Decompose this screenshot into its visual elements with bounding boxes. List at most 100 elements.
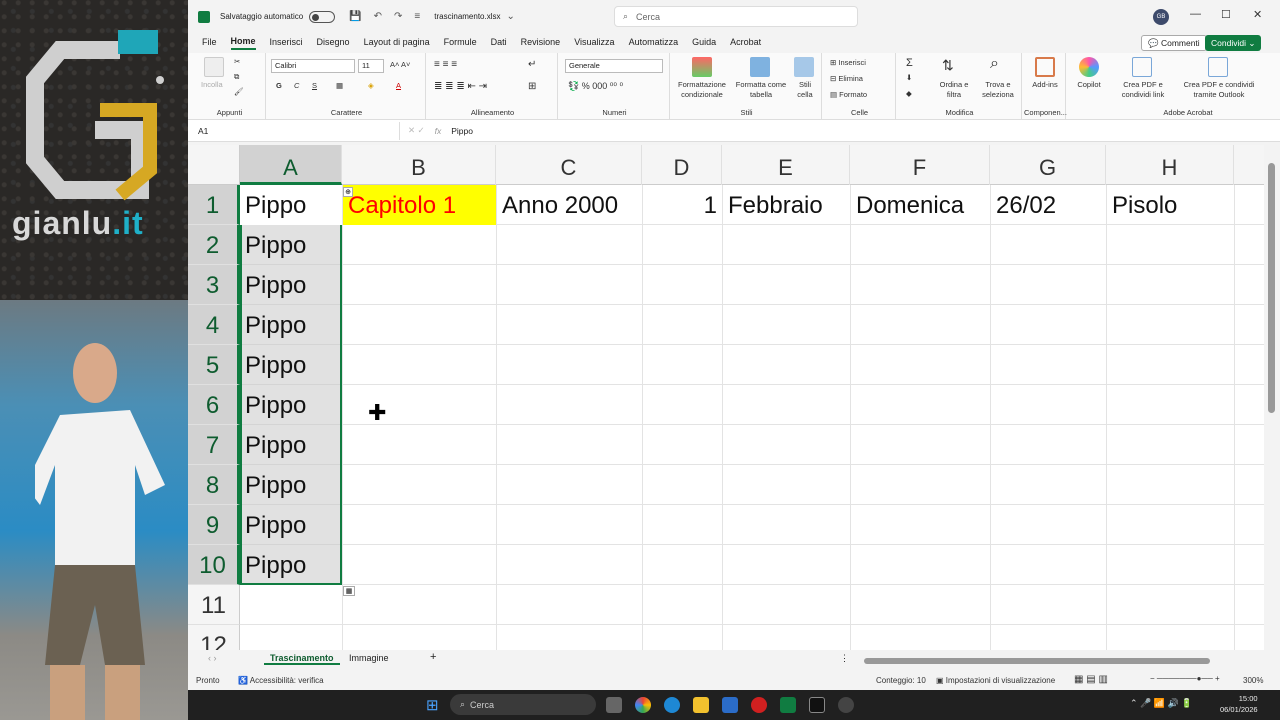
sort-filter-icon[interactable]: ⇅ <box>942 57 954 74</box>
paste-button[interactable]: Incolla <box>201 80 223 89</box>
pdf-outlook-icon[interactable] <box>1208 57 1228 77</box>
column-header-h[interactable]: H <box>1106 145 1234 185</box>
row-header[interactable]: 8 <box>188 465 240 505</box>
row-header[interactable]: 6 <box>188 385 240 425</box>
number-format-select[interactable]: Generale <box>565 59 663 73</box>
tab-acrobat[interactable]: Acrobat <box>730 37 761 49</box>
cell-a[interactable]: Pippo <box>240 425 342 465</box>
file-explorer-icon[interactable] <box>693 697 709 713</box>
tab-insert[interactable]: Inserisci <box>270 37 303 49</box>
merge-center-icon[interactable]: ⊞ <box>528 81 536 92</box>
cell-a[interactable]: Pippo <box>240 385 342 425</box>
tab-automate[interactable]: Automatizza <box>629 37 679 49</box>
select-all-corner[interactable] <box>188 145 240 185</box>
share-button[interactable]: Condividi ⌄ <box>1205 35 1262 51</box>
column-header-c[interactable]: C <box>496 145 642 185</box>
pdf-outlook-button[interactable]: Crea PDF e condividi tramite Outlook <box>1176 80 1262 100</box>
taskbar-search[interactable]: ⌕ Cerca <box>450 694 596 715</box>
addins-button[interactable]: Add-ins <box>1024 80 1066 89</box>
currency-icon[interactable]: 💱 % 000 ⁰⁰ ⁰ <box>568 81 623 92</box>
avatar[interactable]: GB <box>1153 9 1169 25</box>
excel-taskbar-icon[interactable] <box>780 697 796 713</box>
cell-a[interactable]: Pippo <box>240 225 342 265</box>
find-select-button[interactable]: Trova e seleziona <box>976 80 1020 100</box>
row-header[interactable]: 9 <box>188 505 240 545</box>
quick-analysis-icon[interactable]: ⊕ <box>343 187 353 197</box>
more-icon[interactable]: ⋮ <box>834 653 855 664</box>
sheet-nav-icon[interactable]: ‹ › <box>202 653 223 663</box>
cell-styles-icon[interactable] <box>794 57 814 77</box>
cell-a[interactable]: Pippo <box>240 305 342 345</box>
worksheet-grid[interactable]: A B C D E F G H 1 2 3 4 5 6 7 8 9 10 11 … <box>188 145 1264 650</box>
copy-icon[interactable]: ⧉ <box>234 72 239 82</box>
insert-function-icon[interactable]: fx <box>425 126 452 136</box>
font-size-select[interactable]: 11 <box>358 59 384 73</box>
row-header[interactable]: 11 <box>188 585 240 625</box>
windows-start-icon[interactable]: ⊞ <box>426 696 439 714</box>
conditional-format-icon[interactable] <box>692 57 712 77</box>
bold-button[interactable]: G <box>276 81 282 90</box>
settings-icon[interactable] <box>838 697 854 713</box>
row-header[interactable]: 2 <box>188 225 240 265</box>
cell-a[interactable]: Pippo <box>240 265 342 305</box>
tab-file[interactable]: File <box>202 37 217 49</box>
cell-e1[interactable]: Febbraio <box>723 185 850 225</box>
opera-icon[interactable] <box>751 697 767 713</box>
italic-button[interactable]: C <box>294 81 299 90</box>
cell-c1[interactable]: Anno 2000 <box>497 185 642 225</box>
underline-button[interactable]: S <box>312 81 317 90</box>
close-icon[interactable]: ✕ <box>1253 8 1262 21</box>
cell-a[interactable]: Pippo <box>240 345 342 385</box>
font-name-select[interactable]: Calibri <box>271 59 355 73</box>
conditional-format-button[interactable]: Formattazione condizionale <box>674 80 730 100</box>
task-view-icon[interactable] <box>606 697 622 713</box>
cell-a[interactable]: Pippo <box>240 545 342 585</box>
column-header-d[interactable]: D <box>642 145 722 185</box>
tab-view[interactable]: Visualizza <box>574 37 614 49</box>
sheet-tab-immagine[interactable]: Immagine <box>343 653 395 663</box>
align-left-icon[interactable]: ≣ ≣ ≣ ⇤ ⇥ <box>434 81 487 92</box>
tab-draw[interactable]: Disegno <box>317 37 350 49</box>
minimize-icon[interactable]: — <box>1190 8 1201 20</box>
file-name[interactable]: trascinamento.xlsx <box>434 12 500 21</box>
align-top-icon[interactable]: ≡ ≡ ≡ <box>434 59 457 70</box>
clock[interactable]: 15:00 06/01/2026 <box>1220 693 1258 715</box>
borders-icon[interactable]: ▦ <box>336 81 343 90</box>
redo-icon[interactable]: ↷ <box>394 11 402 22</box>
insert-cells-button[interactable]: ⊞ Inserisci <box>830 58 866 67</box>
view-settings-button[interactable]: ▣ Impostazioni di visualizzazione <box>936 676 1055 685</box>
row-header[interactable]: 4 <box>188 305 240 345</box>
cell-h1[interactable]: Pisolo <box>1107 185 1234 225</box>
addins-icon[interactable] <box>1035 57 1055 77</box>
format-table-icon[interactable] <box>750 57 770 77</box>
autosave-toggle[interactable] <box>309 10 336 23</box>
zoomit-icon[interactable] <box>809 697 825 713</box>
autosum-icon[interactable]: Σ <box>906 57 913 69</box>
delete-cells-button[interactable]: ⊟ Elimina <box>830 74 863 83</box>
row-header[interactable]: 1 <box>188 185 240 225</box>
paste-icon[interactable] <box>204 57 224 77</box>
row-header[interactable]: 10 <box>188 545 240 585</box>
cell-a[interactable]: Pippo <box>240 465 342 505</box>
autofill-options-icon[interactable]: ▦ <box>343 586 355 596</box>
zoom-level[interactable]: 300% <box>1243 676 1263 685</box>
search-input[interactable]: ⌕ Cerca <box>614 6 858 27</box>
font-color-icon[interactable]: A <box>396 81 401 90</box>
sheet-tab-trascinamento[interactable]: Trascinamento <box>264 653 340 665</box>
edge-icon[interactable] <box>664 697 680 713</box>
find-select-icon[interactable]: ⌕ <box>990 55 999 73</box>
tab-data[interactable]: Dati <box>491 37 507 49</box>
scroll-thumb[interactable] <box>1268 163 1275 413</box>
tab-formulas[interactable]: Formule <box>444 37 477 49</box>
pdf-link-icon[interactable] <box>1132 57 1152 77</box>
format-painter-icon[interactable]: 🖌 <box>234 87 244 96</box>
comments-button[interactable]: 💬 Commenti <box>1141 35 1207 51</box>
cell-styles-button[interactable]: Stili cella <box>792 80 818 100</box>
tray-icons[interactable]: ⌃ 🎤 📶 🔊 🔋 <box>1130 698 1192 709</box>
formula-input[interactable]: Pippo <box>451 126 473 136</box>
cell-g1[interactable]: 26/02 <box>991 185 1106 225</box>
undo-icon[interactable]: ↶ <box>374 11 382 22</box>
row-header[interactable]: 12 <box>188 625 240 650</box>
cell-d1[interactable]: 1 <box>643 185 722 225</box>
pdf-link-button[interactable]: Crea PDF e condividi link <box>1112 80 1174 100</box>
